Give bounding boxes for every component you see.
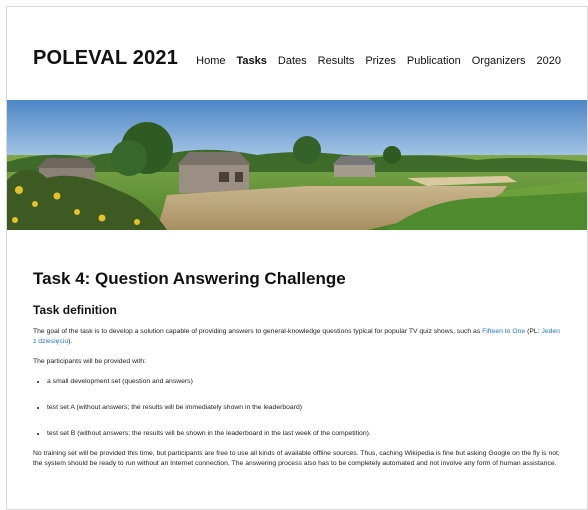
intro-text-end: ). <box>68 338 73 345</box>
intro-text-start: The goal of the task is to develop a sol… <box>33 328 483 335</box>
nav-prizes[interactable]: Prizes <box>365 55 396 67</box>
page-frame: POLEVAL 2021 Home Tasks Dates Results Pr… <box>6 6 588 510</box>
nav-organizers[interactable]: Organizers <box>472 55 526 67</box>
nav-dates[interactable]: Dates <box>278 55 307 67</box>
provided-list: a small development set (question and an… <box>33 377 563 439</box>
intro-text-mid: (PL: <box>525 328 542 335</box>
list-item: test set A (without answers; the results… <box>47 403 563 413</box>
intro-paragraph: The goal of the task is to develop a sol… <box>33 327 563 347</box>
main-content: Task 4: Question Answering Challenge Tas… <box>33 269 563 469</box>
nav-tasks[interactable]: Tasks <box>237 55 267 67</box>
page-title: Task 4: Question Answering Challenge <box>33 269 346 288</box>
closing-paragraph: No training set will be provided this ti… <box>33 450 560 467</box>
list-item: test set B (without answers; the results… <box>47 429 563 439</box>
nav-publication[interactable]: Publication <box>407 55 461 67</box>
site-logo-title[interactable]: POLEVAL 2021 <box>33 47 178 70</box>
nav-results[interactable]: Results <box>318 55 355 67</box>
nav-2020[interactable]: 2020 <box>537 55 561 67</box>
link-fifteen-to-one[interactable]: Fifteen to One <box>482 328 525 335</box>
nav-home[interactable]: Home <box>196 55 225 67</box>
hero-landscape-image <box>7 100 587 230</box>
main-nav: Home Tasks Dates Results Prizes Publicat… <box>185 55 561 67</box>
list-item: a small development set (question and an… <box>47 377 563 387</box>
participants-intro: The participants will be provided with: <box>33 358 146 365</box>
section-heading: Task definition <box>33 303 117 317</box>
